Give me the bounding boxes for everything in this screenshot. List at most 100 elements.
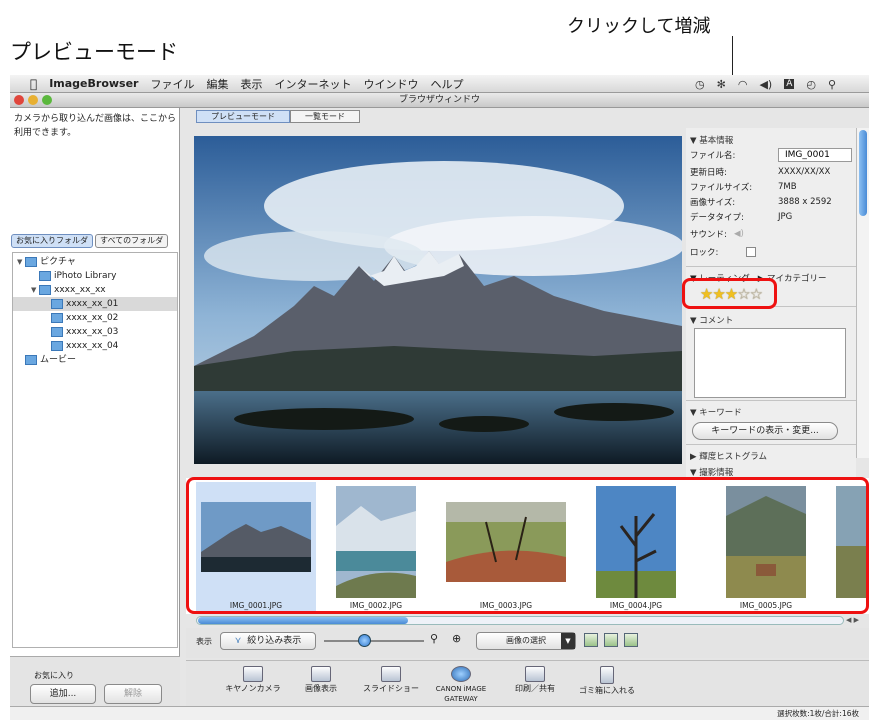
info-row-size: ファイルサイズ: 7MB [690, 181, 797, 193]
menu-help[interactable]: ヘルプ [430, 76, 463, 92]
comment-textarea[interactable] [694, 328, 846, 398]
preview-image[interactable] [194, 136, 682, 464]
wifi-icon[interactable]: ◠ [738, 78, 748, 91]
tree-item-movies[interactable]: ムービー [13, 353, 177, 367]
globe-icon [451, 666, 471, 682]
speaker-icon[interactable]: ◀) [734, 229, 744, 239]
sound-label: サウンド: [690, 230, 727, 240]
zoom-out-icon[interactable]: ⚲ [430, 632, 438, 645]
tool-label: 画像表示 [305, 684, 337, 693]
trash-icon [600, 666, 614, 684]
divider [686, 266, 856, 267]
tab-preview-mode[interactable]: プレビューモード [196, 110, 290, 123]
filter-button[interactable]: ⋎ 絞り込み表示 [220, 632, 316, 650]
folder-icon [51, 313, 63, 323]
info-row-dims: 画像サイズ: 3888 x 2592 [690, 196, 832, 208]
tree-label: xxxx_xx_02 [66, 313, 119, 323]
info-row-lock: ロック: [690, 246, 756, 258]
view-image-button[interactable]: 画像表示 [286, 666, 356, 694]
info-row-updated: 更新日時: XXXX/XX/XX [690, 166, 830, 178]
canon-gateway-button[interactable]: CANON iMAGE GATEWAY [430, 666, 492, 704]
printer-icon [525, 666, 545, 682]
info-scrollbar-thumb[interactable] [859, 130, 867, 216]
folder-icon [51, 299, 63, 309]
tree-label: iPhoto Library [54, 271, 117, 281]
callout-label: クリックして増減 [567, 16, 711, 37]
trash-button[interactable]: ゴミ箱に入れる [572, 666, 642, 696]
lock-label: ロック: [690, 248, 719, 258]
tab-all-folders[interactable]: すべてのフォルダ [95, 234, 169, 248]
thumbnail-highlight [186, 477, 869, 614]
add-favorite-button[interactable]: 追加... [30, 684, 96, 704]
print-share-button[interactable]: 印刷／共有 [500, 666, 570, 694]
section-comment[interactable]: ▼ コメント [690, 314, 733, 326]
rotate-left-icon[interactable] [584, 633, 598, 647]
tree-label: xxxx_xx_01 [66, 299, 119, 309]
time-machine-icon[interactable]: ◴ [806, 78, 816, 91]
volume-icon[interactable]: ◀) [759, 78, 772, 91]
image-select-label: 画像の選択 [506, 636, 546, 645]
info-toggle-icon[interactable] [624, 633, 638, 647]
disclosure-icon[interactable]: ▼ [17, 255, 25, 269]
favorites-label: お気に入り [34, 671, 74, 680]
apple-icon[interactable]:  [30, 77, 37, 91]
menu-internet[interactable]: インターネット [274, 76, 351, 92]
keyword-button[interactable]: キーワードの表示・変更... [692, 422, 838, 440]
image-select-dropdown[interactable]: 画像の選択 ▼ [476, 632, 576, 650]
camera-icon [243, 666, 263, 682]
tree-item-01[interactable]: xxxx_xx_01 [13, 297, 177, 311]
type-label: データタイプ: [690, 213, 744, 223]
close-icon[interactable] [14, 95, 24, 105]
zoom-icon[interactable] [42, 95, 52, 105]
slideshow-button[interactable]: スライドショー [356, 666, 426, 694]
zoom-in-icon[interactable]: ⊕ [452, 632, 461, 645]
folder-icon [39, 285, 51, 295]
canon-camera-button[interactable]: キヤノンカメラ [218, 666, 288, 694]
rating-highlight [682, 278, 777, 309]
menu-view[interactable]: 表示 [240, 76, 262, 92]
info-row-type: データタイプ: JPG [690, 211, 792, 223]
disclosure-icon[interactable]: ▼ [31, 283, 39, 297]
clock-icon[interactable]: ◷ [695, 78, 705, 91]
tree-item-iphoto[interactable]: iPhoto Library [13, 269, 177, 283]
spotlight-icon[interactable]: ⚲ [828, 78, 836, 91]
lock-checkbox[interactable] [746, 247, 756, 257]
tree-item-date-folder[interactable]: ▼ xxxx_xx_xx [13, 283, 177, 297]
section-keyword[interactable]: ▼ キーワード [690, 406, 742, 418]
dims-label: 画像サイズ: [690, 198, 736, 208]
section-histogram[interactable]: ▶ 輝度ヒストグラム [690, 450, 767, 462]
slideshow-icon [381, 666, 401, 682]
tree-item-pictures[interactable]: ▼ ピクチャ [13, 255, 177, 269]
bluetooth-icon[interactable]: ✻ [717, 78, 726, 91]
zoom-slider-thumb[interactable] [358, 634, 371, 647]
menu-edit[interactable]: 編集 [206, 76, 228, 92]
tree-item-03[interactable]: xxxx_xx_03 [13, 325, 177, 339]
info-row-filename: ファイル名: [690, 148, 852, 162]
minimize-icon[interactable] [28, 95, 38, 105]
folder-icon [39, 271, 51, 281]
menu-file[interactable]: ファイル [150, 76, 194, 92]
folder-tree: ▼ ピクチャ iPhoto Library ▼ xxxx_xx_xx xxxx_xx… [12, 252, 178, 648]
divider [686, 444, 856, 445]
menu-app[interactable]: ImageBrowser [49, 77, 138, 90]
page-heading: プレビューモード [10, 40, 178, 64]
menu-extras: ◷ ✻ ◠ ◀) A ◴ ⚲ [695, 75, 836, 93]
tree-item-02[interactable]: xxxx_xx_02 [13, 311, 177, 325]
tool-label: スライドショー [363, 684, 419, 693]
scroll-arrows[interactable]: ◀ ▶ [846, 616, 859, 624]
tab-list-mode[interactable]: 一覧モード [290, 110, 360, 123]
rotate-right-icon[interactable] [604, 633, 618, 647]
tree-item-04[interactable]: xxxx_xx_04 [13, 339, 177, 353]
size-value: 7MB [778, 182, 797, 192]
tab-favorite-folders[interactable]: お気に入りフォルダ [11, 234, 93, 248]
zoom-slider-track[interactable] [324, 640, 424, 642]
remove-favorite-button[interactable]: 解除 [104, 684, 162, 704]
window-title: ブラウザウィンドウ [398, 95, 480, 105]
divider [686, 400, 856, 401]
filename-field[interactable] [778, 148, 852, 162]
menu-window[interactable]: ウインドウ [363, 76, 418, 92]
folder-icon [51, 341, 63, 351]
thumbnail-scrollbar-thumb[interactable] [198, 617, 408, 624]
input-icon[interactable]: A [784, 79, 795, 89]
section-basic-info[interactable]: ▼ 基本情報 [690, 134, 733, 146]
